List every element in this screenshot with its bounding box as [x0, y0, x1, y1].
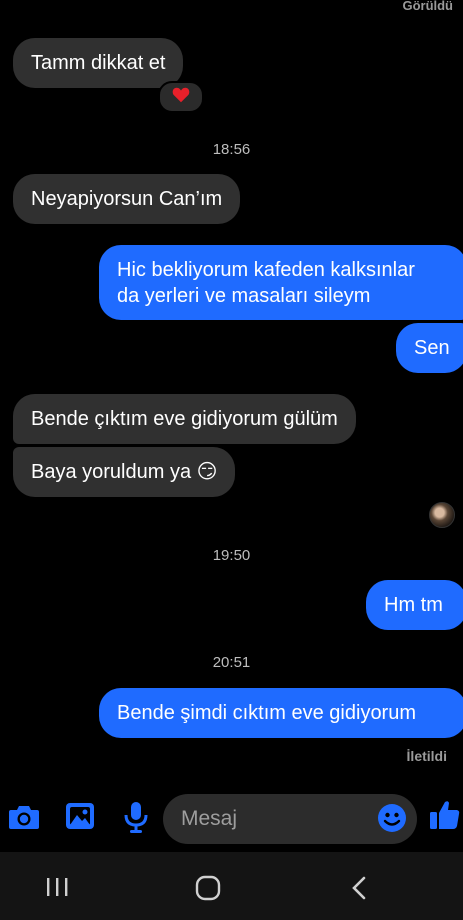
- message-line: Hic bekliyorum kafeden kalksınlar: [117, 259, 415, 281]
- camera-icon[interactable]: [6, 801, 42, 833]
- microphone-icon[interactable]: [120, 800, 152, 834]
- timestamp: 18:56: [212, 141, 251, 158]
- incoming-message[interactable]: Baya yoruldum ya 😏: [13, 447, 236, 497]
- gallery-icon[interactable]: [63, 800, 97, 832]
- timestamp: 20:51: [212, 654, 251, 671]
- outgoing-message[interactable]: Bende şimdi cıktım eve gidiyorum: [99, 688, 463, 738]
- incoming-message[interactable]: Bende çıktım eve gidiyorum gülüm: [13, 394, 356, 444]
- emoji-icon[interactable]: [376, 802, 408, 834]
- outgoing-message[interactable]: Hic bekliyorum kafeden kalksınlar da yer…: [99, 245, 463, 320]
- recent-apps-icon[interactable]: [40, 874, 74, 900]
- thumbs-up-icon[interactable]: [428, 798, 462, 832]
- message-line: da yerleri ve masaları sileym: [117, 285, 371, 307]
- reaction-badge[interactable]: [158, 81, 204, 113]
- back-icon[interactable]: [342, 873, 376, 903]
- heart-icon: [172, 87, 190, 108]
- timestamp: 19:50: [212, 547, 251, 564]
- seen-status: Görüldü: [402, 0, 453, 13]
- message-input-placeholder: Mesaj: [181, 807, 238, 830]
- home-icon[interactable]: [191, 873, 225, 903]
- delivered-status: İletildi: [406, 748, 447, 764]
- system-navigation-bar: [0, 852, 463, 920]
- outgoing-message[interactable]: Hm tm: [366, 580, 463, 630]
- incoming-message[interactable]: Neyapiyorsun Can’ım: [13, 174, 241, 224]
- incoming-message[interactable]: Tamm dikkat et: [13, 38, 184, 88]
- seen-avatar: [429, 502, 455, 528]
- outgoing-message[interactable]: Sen: [396, 323, 463, 373]
